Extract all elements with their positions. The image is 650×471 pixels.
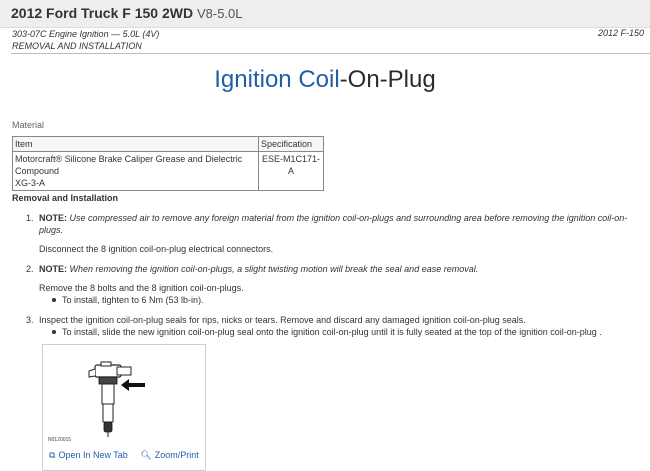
step-3-bullet: To install, slide the new ignition coil-… xyxy=(52,326,602,338)
top-bar: 2012 Ford Truck F 150 2WD V8-5.0L xyxy=(0,0,650,28)
ignition-coil-illustration xyxy=(88,361,145,437)
title-rest: -On-Plug xyxy=(339,66,436,93)
spec-cell: ESE-M1C171- A xyxy=(258,151,324,191)
model-tag: 2012 F-150 xyxy=(597,28,644,38)
item-line: Compound xyxy=(15,166,60,176)
page-title: Ignition Coil-On-Plug xyxy=(0,66,650,94)
header-divider xyxy=(11,53,650,54)
subsection-name: REMOVAL AND INSTALLATION xyxy=(12,41,142,51)
bullet-text: To install, tighten to 6 Nm (53 lb-in). xyxy=(62,295,204,305)
table-row: Motorcraft® Silicone Brake Caliper Greas… xyxy=(12,151,324,191)
item-line: Motorcraft® Silicone Brake Caliper Greas… xyxy=(15,154,243,164)
step-2-instruction: Remove the 8 bolts and the 8 ignition co… xyxy=(39,283,244,293)
note-label: NOTE: xyxy=(39,264,67,274)
removal-heading: Removal and Installation xyxy=(12,193,119,203)
column-header-spec: Specification xyxy=(258,136,324,152)
spec-line: ESE-M1C171- xyxy=(261,154,321,164)
step-1-instruction: Disconnect the 8 ignition coil-on-plug e… xyxy=(39,244,274,254)
step-body: NOTE: Use compressed air to remove any f… xyxy=(39,212,644,236)
figure-panel: N0120015 ⧉ Open In New Tab 🔍︎ Zoom/Print xyxy=(42,344,206,471)
bullet-text: To install, slide the new ignition coil-… xyxy=(62,327,602,337)
figure-id: N0120015 xyxy=(48,437,72,443)
note-text: When removing the ignition coil-on-plugs… xyxy=(69,264,479,274)
step-body: NOTE: When removing the ignition coil-on… xyxy=(39,263,644,275)
magnifier-icon: 🔍︎ xyxy=(140,451,152,461)
column-header-item: Item xyxy=(12,136,259,152)
section-name: 303-07C Engine Ignition — 5.0L (4V) xyxy=(12,29,160,39)
note-text: Use compressed air to remove any foreign… xyxy=(69,213,628,223)
material-heading: Material xyxy=(12,120,45,130)
step-number: 2. xyxy=(26,264,34,274)
zoom-print-label: Zoom/Print xyxy=(154,450,199,460)
engine-label: V8-5.0L xyxy=(196,6,243,21)
zoom-print-link[interactable]: 🔍︎ Zoom/Print xyxy=(140,450,199,461)
table-header-row: Item Specification xyxy=(12,136,324,152)
item-cell: Motorcraft® Silicone Brake Caliper Greas… xyxy=(12,151,259,191)
spec-line: A xyxy=(287,166,294,176)
material-table: Item Specification Motorcraft® Silicone … xyxy=(12,136,324,191)
step-2-bullet: To install, tighten to 6 Nm (53 lb-in). xyxy=(52,294,204,306)
section-header: 303-07C Engine Ignition — 5.0L (4V) REMO… xyxy=(12,28,159,52)
vehicle-name: 2012 Ford Truck F 150 2WD xyxy=(11,5,194,21)
open-in-new-tab-label: Open In New Tab xyxy=(58,450,128,460)
figure-actions: ⧉ Open In New Tab 🔍︎ Zoom/Print xyxy=(49,450,199,461)
step-number: 3. xyxy=(26,315,34,325)
bullet-dot xyxy=(52,329,56,334)
step-number: 1. xyxy=(26,213,34,223)
note-label: NOTE: xyxy=(39,213,67,223)
item-line: XG-3-A xyxy=(15,178,46,188)
vehicle-title: 2012 Ford Truck F 150 2WD V8-5.0L xyxy=(11,5,243,21)
open-in-new-tab-link[interactable]: ⧉ Open In New Tab xyxy=(49,450,128,461)
step-body: Inspect the ignition coil-on-plug seals … xyxy=(39,315,526,325)
external-tab-icon: ⧉ xyxy=(49,451,56,461)
note-text-cont: plugs. xyxy=(39,225,64,235)
bullet-dot xyxy=(52,297,56,302)
title-highlight: Ignition Coil xyxy=(214,66,340,93)
